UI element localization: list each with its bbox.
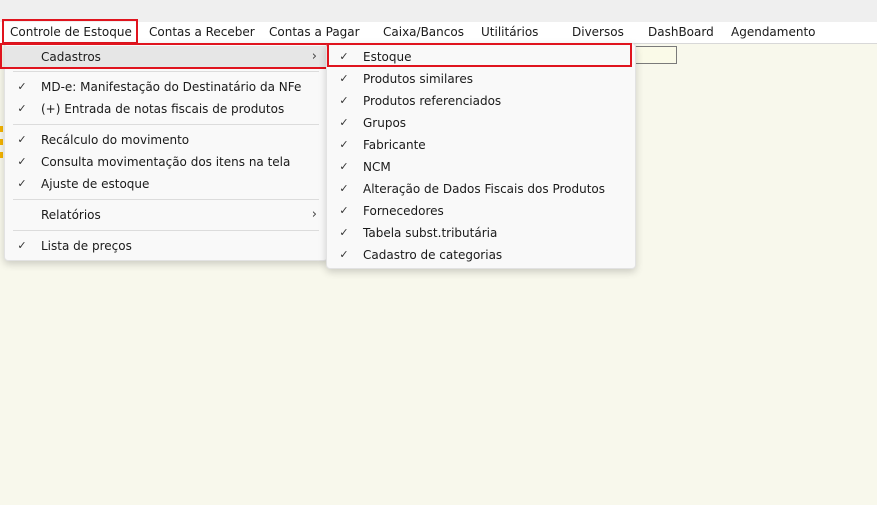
background-marker [0,126,3,132]
submenu-item-fabricante[interactable]: ✓ Fabricante [327,134,635,156]
check-icon: ✓ [339,72,349,85]
menu-divider [13,230,319,231]
check-icon: ✓ [339,204,349,217]
submenu-item-label: Alteração de Dados Fiscais dos Produtos [363,182,606,196]
check-icon: ✓ [17,239,27,252]
submenu-item-cadastro-de-categorias[interactable]: ✓ Cadastro de categorias [327,244,635,266]
submenu-item-ncm[interactable]: ✓ NCM [327,156,635,178]
menu-divider [13,199,319,200]
check-icon: ✓ [339,226,349,239]
submenu-item-label: Tabela subst.tributária [363,226,498,240]
dropdown-item-md-e[interactable]: ✓ MD-e: Manifestação do Destinatário da … [5,76,327,98]
check-icon: ✓ [339,116,349,129]
submenu-item-produtos-referenciados[interactable]: ✓ Produtos referenciados [327,90,635,112]
submenu-item-label: Grupos [363,116,407,130]
chevron-right-icon: › [311,207,317,222]
submenu-item-label: Fornecedores [363,204,444,218]
check-icon: ✓ [17,155,27,168]
submenu-item-label: Produtos similares [363,72,473,86]
check-icon: ✓ [339,182,349,195]
check-icon: ✓ [339,94,349,107]
highlight-box-estoque [327,43,632,67]
background-marker [0,152,3,158]
check-icon: ✓ [339,138,349,151]
submenu-item-alteracao-dados-fiscais[interactable]: ✓ Alteração de Dados Fiscais dos Produto… [327,178,635,200]
dropdown-item-label: Relatórios [41,208,101,222]
controle-de-estoque-dropdown: Cadastros › ✓ MD-e: Manifestação do Dest… [4,43,328,261]
menu-agendamento[interactable]: Agendamento [731,22,816,43]
menu-divider [13,71,319,72]
dropdown-item-label: Consulta movimentação dos itens na tela [41,155,291,169]
submenu-item-produtos-similares[interactable]: ✓ Produtos similares [327,68,635,90]
highlight-box-cadastros [0,43,328,69]
submenu-item-tabela-subst-tributaria[interactable]: ✓ Tabela subst.tributária [327,222,635,244]
dropdown-item-consulta-movimentacao[interactable]: ✓ Consulta movimentação dos itens na tel… [5,151,327,173]
check-icon: ✓ [17,102,27,115]
menu-diversos[interactable]: Diversos [572,22,624,43]
background-marker [0,139,3,145]
submenu-item-label: Fabricante [363,138,426,152]
background-input-field[interactable] [634,46,677,64]
menu-dashboard[interactable]: DashBoard [648,22,714,43]
highlight-box-controle-de-estoque [2,19,138,44]
check-icon: ✓ [17,133,27,146]
submenu-item-label: Produtos referenciados [363,94,502,108]
dropdown-item-recalculo[interactable]: ✓ Recálculo do movimento [5,129,327,151]
submenu-item-label: NCM [363,160,391,174]
submenu-item-grupos[interactable]: ✓ Grupos [327,112,635,134]
submenu-item-fornecedores[interactable]: ✓ Fornecedores [327,200,635,222]
dropdown-item-relatorios[interactable]: Relatórios › [5,204,327,226]
check-icon: ✓ [17,177,27,190]
dropdown-item-label: Ajuste de estoque [41,177,150,191]
dropdown-item-label: MD-e: Manifestação do Destinatário da NF… [41,80,302,94]
dropdown-item-lista-de-precos[interactable]: ✓ Lista de preços [5,235,327,257]
dropdown-item-label: Lista de preços [41,239,132,253]
dropdown-item-entrada-notas[interactable]: ✓ (+) Entrada de notas fiscais de produt… [5,98,327,120]
submenu-item-label: Cadastro de categorias [363,248,503,262]
menu-utilitarios[interactable]: Utilitários [481,22,538,43]
menu-caixa-bancos[interactable]: Caixa/Bancos [383,22,464,43]
cadastros-submenu: ✓ Estoque ✓ Produtos similares ✓ Produto… [326,43,636,269]
dropdown-item-label: Recálculo do movimento [41,133,190,147]
dropdown-item-label: (+) Entrada de notas fiscais de produtos [41,102,285,116]
menu-contas-a-pagar[interactable]: Contas a Pagar [269,22,360,43]
menu-contas-a-receber[interactable]: Contas a Receber [149,22,255,43]
check-icon: ✓ [339,248,349,261]
check-icon: ✓ [17,80,27,93]
check-icon: ✓ [339,160,349,173]
dropdown-item-ajuste-de-estoque[interactable]: ✓ Ajuste de estoque [5,173,327,195]
menu-divider [13,124,319,125]
